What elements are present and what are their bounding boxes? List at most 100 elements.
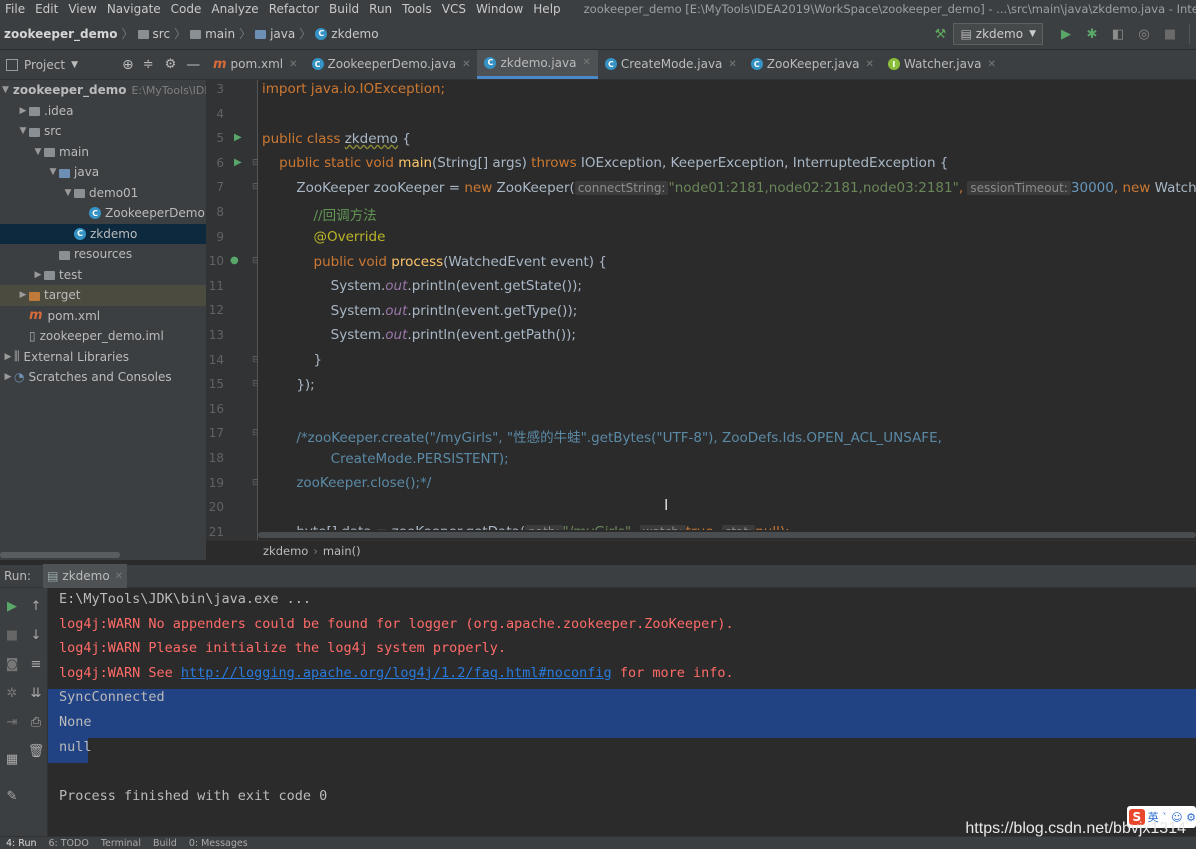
breadcrumb-main[interactable]: main bbox=[205, 27, 235, 41]
tree-item[interactable]: ▶ target bbox=[0, 285, 206, 306]
tree-item[interactable]: ▼ main bbox=[0, 142, 206, 163]
scroll-to-end-icon[interactable]: ⇊ bbox=[28, 685, 44, 701]
tree-item[interactable]: C ZookeeperDemo bbox=[0, 203, 206, 224]
menu-vcs[interactable]: VCS bbox=[437, 2, 471, 16]
hammer-build-icon[interactable]: ⚒ bbox=[933, 27, 947, 42]
close-icon[interactable]: ✕ bbox=[866, 59, 874, 70]
editor-horizontal-scrollbar[interactable] bbox=[258, 530, 1196, 540]
bottom-tab-run[interactable]: 4: Run bbox=[6, 838, 36, 849]
editor-tab[interactable]: C CreateMode.java ✕ bbox=[598, 50, 744, 79]
tree-item[interactable]: ▼zookeeper_demo E:\MyTools\IDEA201 bbox=[0, 80, 206, 101]
profile-icon[interactable]: ◎ bbox=[1137, 27, 1151, 42]
menu-edit[interactable]: Edit bbox=[30, 2, 63, 16]
bottom-tab-messages[interactable]: 0: Messages bbox=[189, 838, 248, 849]
gear-icon[interactable]: ⚙ bbox=[165, 57, 177, 72]
chevron-down-icon[interactable]: ▼ bbox=[2, 85, 9, 95]
menu-tools[interactable]: Tools bbox=[397, 2, 437, 16]
stop-icon[interactable]: ■ bbox=[4, 627, 20, 643]
tree-item[interactable]: ▶ ⫼ External Libraries bbox=[0, 347, 206, 368]
chevron-right-icon[interactable]: ▶ bbox=[17, 290, 29, 300]
breadcrumb-zkdemo[interactable]: zkdemo bbox=[331, 27, 378, 41]
bug-icon[interactable]: ✲ bbox=[4, 685, 20, 701]
menu-run[interactable]: Run bbox=[364, 2, 397, 16]
run-tab-zkdemo[interactable]: ▤ zkdemo ✕ bbox=[43, 564, 128, 588]
tree-item[interactable]: ▼ src bbox=[0, 121, 206, 142]
menu-code[interactable]: Code bbox=[166, 2, 207, 16]
editor-tab[interactable]: Czkdemo.java ✕ bbox=[477, 50, 598, 79]
trash-icon[interactable]: 🗑 bbox=[28, 743, 45, 759]
console-link[interactable]: http://logging.apache.org/log4j/1.2/faq.… bbox=[181, 665, 612, 681]
tree-item[interactable]: ▶ test bbox=[0, 265, 206, 286]
run-config-select[interactable]: ▤ zkdemo ▼ bbox=[953, 23, 1043, 45]
tree-item[interactable]: ▯ zookeeper_demo.iml bbox=[0, 326, 206, 347]
debug-icon[interactable]: ✱ bbox=[1085, 27, 1099, 42]
line-number: 18 bbox=[208, 451, 224, 465]
menu-navigate[interactable]: Navigate bbox=[102, 2, 166, 16]
tree-item[interactable]: ▶ ◔ Scratches and Consoles bbox=[0, 367, 206, 388]
chevron-down-icon[interactable]: ▼ bbox=[32, 147, 44, 157]
tree-item[interactable]: resources bbox=[0, 244, 206, 265]
tree-item[interactable]: ▶ .idea bbox=[0, 101, 206, 122]
menu-help[interactable]: Help bbox=[528, 2, 565, 16]
bottom-tab-build[interactable]: Build bbox=[153, 838, 177, 849]
layout-icon[interactable]: ▦ bbox=[4, 751, 20, 767]
scroll-down-icon[interactable]: ↓ bbox=[28, 627, 44, 643]
collapse-all-icon[interactable]: ≑ bbox=[143, 57, 154, 72]
editor-tab[interactable]: C ZooKeeper.java ✕ bbox=[744, 50, 881, 79]
coverage-icon[interactable]: ◧ bbox=[1111, 27, 1125, 42]
editor-breadcrumb-class[interactable]: zkdemo bbox=[263, 544, 308, 558]
breadcrumb-src[interactable]: src bbox=[153, 27, 171, 41]
tree-item[interactable]: m pom.xml bbox=[0, 306, 206, 327]
run-icon[interactable]: ▶ bbox=[1059, 27, 1073, 42]
bottom-tab-terminal[interactable]: Terminal bbox=[101, 838, 141, 849]
soft-wrap-icon[interactable]: ≡ bbox=[28, 656, 44, 672]
editor-tab[interactable]: m pom.xml ✕ bbox=[206, 50, 305, 79]
breadcrumb-java[interactable]: java bbox=[270, 27, 295, 41]
navigation-bar: zookeeper_demo 〉 src 〉 main 〉 java 〉 Czkdemo… bbox=[0, 18, 1196, 50]
menu-view[interactable]: View bbox=[63, 2, 101, 16]
override-icon[interactable]: ● bbox=[230, 255, 239, 266]
chevron-down-icon[interactable]: ▼ bbox=[47, 167, 59, 177]
code-editor[interactable]: import java.io.IOException; public class… bbox=[258, 80, 1196, 540]
chevron-right-icon[interactable]: ▶ bbox=[17, 106, 29, 116]
close-icon[interactable]: ✕ bbox=[115, 571, 123, 582]
pin-icon[interactable]: ✎ bbox=[4, 788, 20, 804]
chevron-right-icon[interactable]: ▶ bbox=[2, 352, 14, 362]
close-icon[interactable]: ✕ bbox=[289, 59, 297, 70]
editor-tab[interactable]: C ZookeeperDemo.java ✕ bbox=[305, 50, 478, 79]
chevron-down-icon[interactable]: ▼ bbox=[62, 188, 74, 198]
project-scrollbar[interactable] bbox=[0, 550, 206, 560]
hide-panel-icon[interactable]: — bbox=[186, 57, 200, 73]
menu-analyze[interactable]: Analyze bbox=[206, 2, 263, 16]
exit-icon[interactable]: ⇥ bbox=[4, 714, 20, 730]
run-gutter-icon[interactable]: ▶ bbox=[234, 157, 242, 168]
camera-icon[interactable]: ◙ bbox=[4, 656, 20, 672]
tree-item[interactable]: ▼ demo01 bbox=[0, 183, 206, 204]
chevron-right-icon[interactable]: ▶ bbox=[2, 372, 14, 382]
chevron-down-icon[interactable]: ▼ bbox=[71, 60, 78, 70]
close-icon[interactable]: ✕ bbox=[582, 57, 590, 68]
tree-item[interactable]: Czkdemo bbox=[0, 223, 206, 244]
tree-item[interactable]: ▼ java bbox=[0, 162, 206, 183]
editor-breadcrumb-method[interactable]: main() bbox=[323, 544, 361, 558]
stop-icon[interactable]: ■ bbox=[1163, 27, 1177, 42]
bottom-tab-todo[interactable]: 6: TODO bbox=[48, 838, 88, 849]
print-icon[interactable]: ⎙ bbox=[28, 714, 44, 730]
locate-icon[interactable]: ⊕ bbox=[122, 57, 134, 73]
menu-build[interactable]: Build bbox=[324, 2, 364, 16]
chevron-down-icon[interactable]: ▼ bbox=[17, 126, 29, 136]
run-console[interactable]: E:\MyTools\JDK\bin\java.exe ... log4j:WAR… bbox=[48, 588, 1196, 836]
close-icon[interactable]: ✕ bbox=[462, 59, 470, 70]
scroll-up-icon[interactable]: ↑ bbox=[28, 598, 44, 614]
editor-tab[interactable]: I Watcher.java ✕ bbox=[881, 50, 1003, 79]
menu-refactor[interactable]: Refactor bbox=[264, 2, 324, 16]
menu-file[interactable]: File bbox=[0, 2, 30, 16]
menu-window[interactable]: Window bbox=[471, 2, 528, 16]
project-panel-title[interactable]: Project bbox=[24, 58, 65, 72]
breadcrumb-project[interactable]: zookeeper_demo bbox=[4, 27, 118, 41]
chevron-right-icon[interactable]: ▶ bbox=[32, 270, 44, 280]
run-gutter-icon[interactable]: ▶ bbox=[234, 132, 242, 143]
close-icon[interactable]: ✕ bbox=[987, 59, 995, 70]
close-icon[interactable]: ✕ bbox=[728, 59, 736, 70]
rerun-icon[interactable]: ▶ bbox=[4, 598, 20, 614]
